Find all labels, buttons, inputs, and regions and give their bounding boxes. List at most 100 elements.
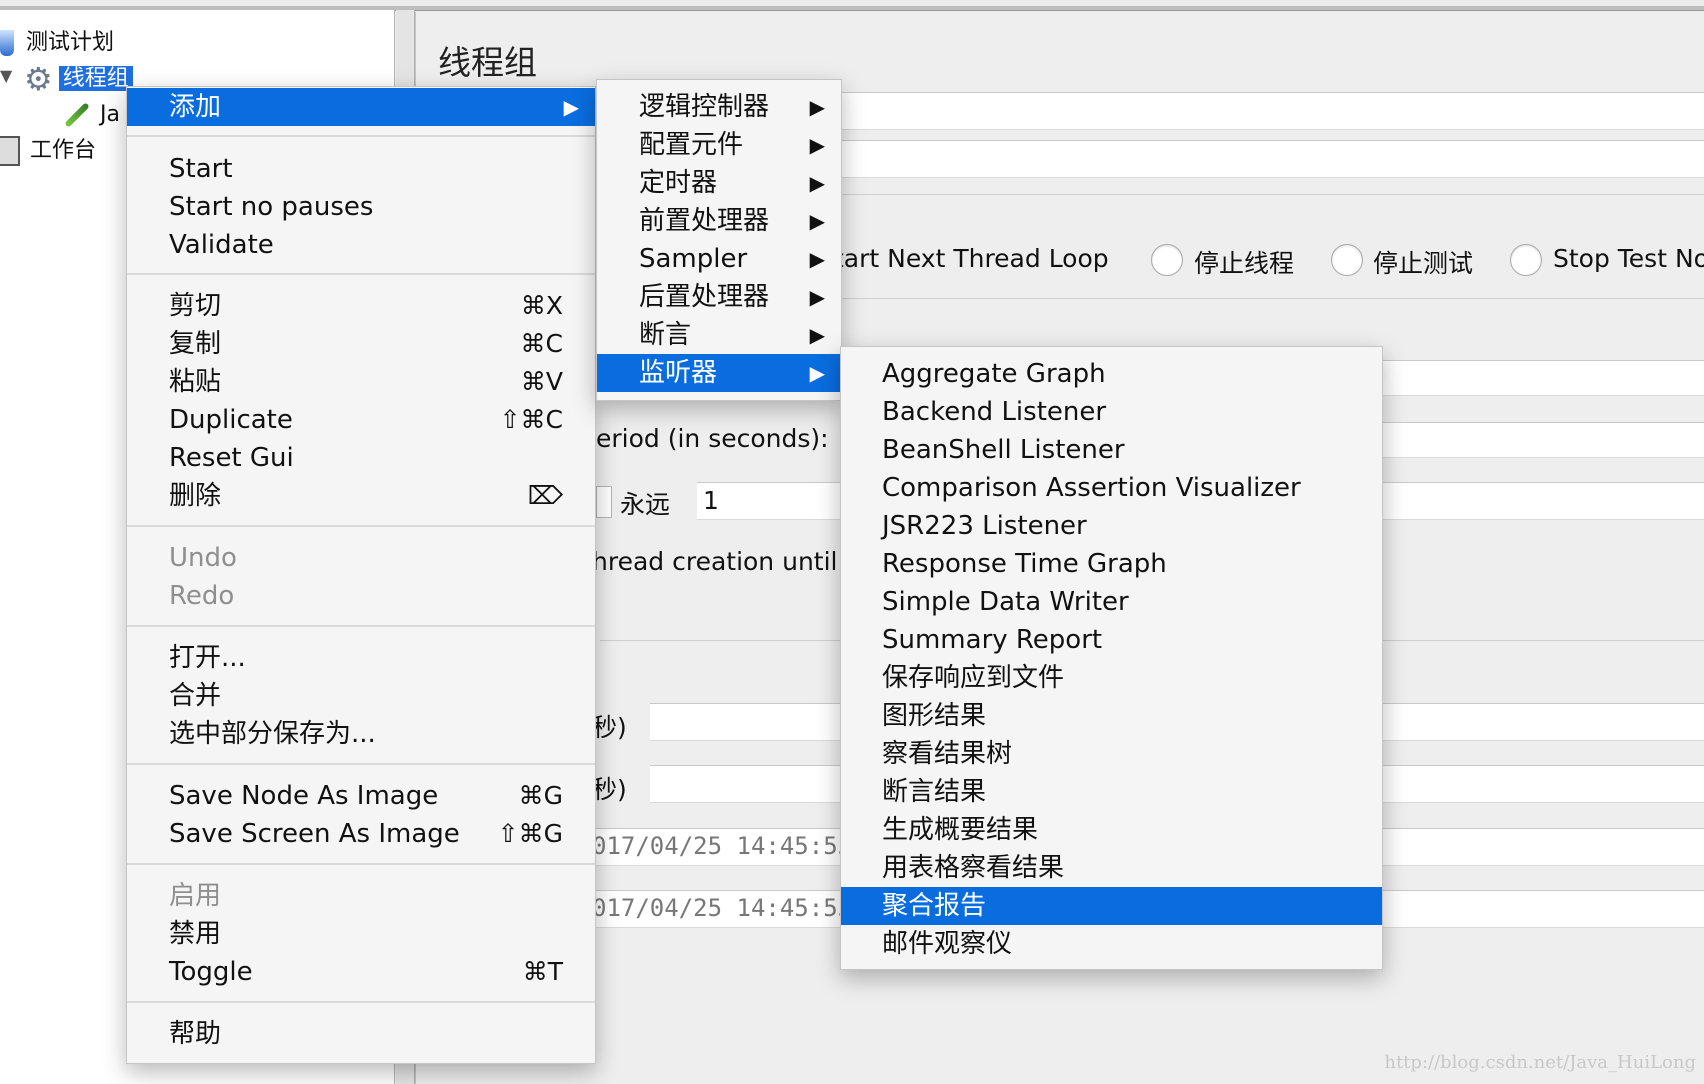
tree-item-workbench[interactable]: 工作台 xyxy=(0,136,96,166)
workbench-icon xyxy=(0,136,20,166)
ramp-up-field[interactable] xyxy=(1380,422,1704,458)
menu-item-save-selection[interactable]: 选中部分保存为... xyxy=(127,715,595,753)
submenu-arrow-icon: ▶ xyxy=(563,95,579,119)
menu-item-help[interactable]: 帮助 xyxy=(127,1015,595,1053)
start-time-value: 017/04/25 14:45:55 xyxy=(592,832,853,860)
listener-item-mailer-visualizer[interactable]: 邮件观察仪 xyxy=(841,925,1382,963)
ramp-up-label: eriod (in seconds): xyxy=(596,424,829,453)
radio-stop-thread[interactable] xyxy=(1151,244,1183,276)
flask-icon xyxy=(0,30,14,56)
tree-item-label: 线程组 xyxy=(58,66,133,91)
menu-separator xyxy=(127,863,595,865)
menu-item-merge[interactable]: 合并 xyxy=(127,677,595,715)
listener-item-backend-listener[interactable]: Backend Listener xyxy=(841,393,1382,431)
radio-label-stop-thread: 停止线程 xyxy=(1194,249,1295,278)
menu-item-add[interactable]: 添加 ▶ xyxy=(127,88,595,126)
tree-collapse-icon[interactable]: ▼ xyxy=(0,66,12,85)
shortcut-label: ⌘T xyxy=(522,957,563,986)
menu-item-open[interactable]: 打开... xyxy=(127,639,595,677)
radio-stop-test[interactable] xyxy=(1331,244,1363,276)
menu-item-save-node-image[interactable]: Save Node As Image ⌘G xyxy=(127,777,595,815)
listener-item-view-results-table[interactable]: 用表格察看结果 xyxy=(841,849,1382,887)
menu-item-label: 打开... xyxy=(169,643,246,673)
listener-submenu: Aggregate Graph Backend Listener BeanShe… xyxy=(840,346,1383,970)
menu-item-label: 配置元件 xyxy=(639,130,744,160)
menu-item-label: 保存响应到文件 xyxy=(882,663,1065,693)
listener-item-summary-report[interactable]: Summary Report xyxy=(841,621,1382,659)
listener-item-view-results-tree[interactable]: 察看结果树 xyxy=(841,735,1382,773)
menu-item-cut[interactable]: 剪切 ⌘X xyxy=(127,287,595,325)
menu-item-start[interactable]: Start xyxy=(127,150,595,188)
menu-item-reset-gui[interactable]: Reset Gui xyxy=(127,439,595,477)
menu-item-label: 合并 xyxy=(169,681,222,711)
menu-item-duplicate[interactable]: Duplicate ⇧⌘C xyxy=(127,401,595,439)
submenu-item-listener[interactable]: 监听器 ▶ xyxy=(597,354,841,392)
name-field[interactable] xyxy=(800,92,1704,130)
listener-item-assertion-results[interactable]: 断言结果 xyxy=(841,773,1382,811)
submenu-item-assertion[interactable]: 断言 ▶ xyxy=(597,316,841,354)
menu-item-save-screen-image[interactable]: Save Screen As Image ⇧⌘G xyxy=(127,815,595,853)
menu-item-label: 帮助 xyxy=(169,1019,222,1049)
menu-item-label: 删除 xyxy=(169,481,222,511)
listener-item-simple-data-writer[interactable]: Simple Data Writer xyxy=(841,583,1382,621)
shortcut-label: ⌘C xyxy=(520,329,563,358)
menu-item-label: Backend Listener xyxy=(882,397,1107,427)
delay-thread-creation-label: hread creation until xyxy=(592,547,838,576)
submenu-item-logic-controller[interactable]: 逻辑控制器 ▶ xyxy=(597,88,841,126)
listener-item-graph-results[interactable]: 图形结果 xyxy=(841,697,1382,735)
menu-item-label: Start no pauses xyxy=(169,192,374,222)
menu-item-label: 复制 xyxy=(169,329,222,359)
menu-item-label: JSR223 Listener xyxy=(882,511,1087,541)
menu-item-disable[interactable]: 禁用 xyxy=(127,915,595,953)
menu-item-label: Validate xyxy=(169,230,274,260)
menu-item-label: Simple Data Writer xyxy=(882,587,1129,617)
submenu-item-sampler[interactable]: Sampler ▶ xyxy=(597,240,841,278)
radio-stop-test-now[interactable] xyxy=(1510,244,1542,276)
menu-item-copy[interactable]: 复制 ⌘C xyxy=(127,325,595,363)
menu-separator xyxy=(127,1001,595,1003)
menu-item-paste[interactable]: 粘贴 ⌘V xyxy=(127,363,595,401)
listener-item-aggregate-report[interactable]: 聚合报告 xyxy=(841,887,1382,925)
menu-separator xyxy=(127,525,595,527)
menu-item-label: Toggle xyxy=(169,957,253,987)
menu-item-label: 禁用 xyxy=(169,919,222,949)
menu-item-toggle[interactable]: Toggle ⌘T xyxy=(127,953,595,991)
loop-forever-checkbox[interactable] xyxy=(596,486,612,518)
listener-item-jsr223-listener[interactable]: JSR223 Listener xyxy=(841,507,1382,545)
menu-item-label: 察看结果树 xyxy=(882,739,1013,769)
tree-item-thread-group[interactable]: ⚙ 线程组 xyxy=(24,63,133,95)
listener-item-aggregate-graph[interactable]: Aggregate Graph xyxy=(841,355,1382,393)
menu-item-label: 后置处理器 xyxy=(639,282,770,312)
menu-item-label: Summary Report xyxy=(882,625,1103,655)
radio-label-stop-test-now: Stop Test No xyxy=(1553,244,1704,273)
submenu-item-post-processor[interactable]: 后置处理器 ▶ xyxy=(597,278,841,316)
comments-field[interactable] xyxy=(800,140,1704,178)
tree-item-test-plan[interactable]: 测试计划 xyxy=(0,28,114,58)
menu-item-delete[interactable]: 删除 ⌦ xyxy=(127,477,595,515)
submenu-item-config-element[interactable]: 配置元件 ▶ xyxy=(597,126,841,164)
tree-item-label: 工作台 xyxy=(30,138,97,163)
listener-item-comparison-visualizer[interactable]: Comparison Assertion Visualizer xyxy=(841,469,1382,507)
menu-item-label: Undo xyxy=(169,543,237,573)
listener-item-save-responses[interactable]: 保存响应到文件 xyxy=(841,659,1382,697)
submenu-item-timer[interactable]: 定时器 ▶ xyxy=(597,164,841,202)
menu-item-label: Duplicate xyxy=(169,405,293,435)
menu-item-label: 断言结果 xyxy=(882,777,987,807)
menu-item-label: Response Time Graph xyxy=(882,549,1167,579)
tree-item-sampler[interactable]: Ja xyxy=(62,100,120,130)
listener-item-generate-summary[interactable]: 生成概要结果 xyxy=(841,811,1382,849)
menu-item-validate[interactable]: Validate xyxy=(127,226,595,264)
listener-item-beanshell-listener[interactable]: BeanShell Listener xyxy=(841,431,1382,469)
add-submenu: 逻辑控制器 ▶ 配置元件 ▶ 定时器 ▶ 前置处理器 ▶ Sampler ▶ 后置处理器 ▶… xyxy=(596,79,842,401)
divider xyxy=(800,298,1704,299)
threads-field[interactable] xyxy=(1380,360,1704,396)
menu-separator xyxy=(127,625,595,627)
menu-item-start-no-pauses[interactable]: Start no pauses xyxy=(127,188,595,226)
menu-item-label: 聚合报告 xyxy=(882,891,987,921)
submenu-arrow-icon: ▶ xyxy=(809,247,825,271)
submenu-item-pre-processor[interactable]: 前置处理器 ▶ xyxy=(597,202,841,240)
listener-item-response-time-graph[interactable]: Response Time Graph xyxy=(841,545,1382,583)
menu-item-label: BeanShell Listener xyxy=(882,435,1125,465)
submenu-arrow-icon: ▶ xyxy=(809,323,825,347)
watermark: http://blog.csdn.net/Java_HuiLong xyxy=(1384,1052,1696,1073)
